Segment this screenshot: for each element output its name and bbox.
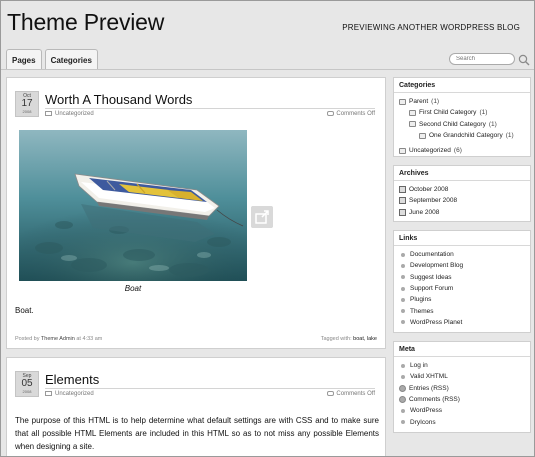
bullet-icon xyxy=(401,420,405,425)
image-caption: Boat xyxy=(124,284,142,293)
calendar-icon xyxy=(399,186,406,194)
meta-item[interactable]: Entries (RSS) xyxy=(399,383,525,394)
page-frame: Theme Preview PREVIEWING ANOTHER WORDPRE… xyxy=(0,0,535,457)
link-item[interactable]: Suggest Ideas xyxy=(399,272,525,283)
folder-icon xyxy=(399,98,406,105)
post-meta: Uncategorized Comments Off xyxy=(45,391,375,397)
folder-icon xyxy=(419,132,426,139)
post-category[interactable]: Uncategorized xyxy=(55,111,94,117)
link-item[interactable]: Support Forum xyxy=(399,283,525,294)
links-widget: Links Documentation Development Blog Sug… xyxy=(393,230,531,333)
boat-photo[interactable] xyxy=(19,130,247,281)
date-year: 2008 xyxy=(22,109,32,114)
bullet-icon xyxy=(401,252,405,257)
post: Sep 05 2008 Elements Uncategorized Comme… xyxy=(6,357,386,456)
tab-categories[interactable]: Categories xyxy=(44,49,98,70)
bullet-icon xyxy=(401,263,405,268)
rss-icon xyxy=(399,384,406,392)
bullet-icon xyxy=(401,408,405,413)
post-meta: Uncategorized Comments Off xyxy=(45,111,375,117)
categories-widget: Categories Parent (1) First Child Categor… xyxy=(393,77,531,157)
post-title[interactable]: Worth A Thousand Words xyxy=(45,92,375,109)
meta-item[interactable]: Comments (RSS) xyxy=(399,394,525,405)
meta-list: Log in Valid XHTML Entries (RSS) Comment… xyxy=(394,357,530,428)
site-title[interactable]: Theme Preview xyxy=(7,9,164,36)
archive-list: October 2008 September 2008 June 2008 xyxy=(394,181,530,218)
date-day: 05 xyxy=(21,378,33,389)
post-title[interactable]: Elements xyxy=(45,372,375,389)
archive-item[interactable]: October 2008 xyxy=(399,184,525,195)
nav-divider xyxy=(1,69,534,70)
category-item[interactable]: One Grandchild Category (1) xyxy=(399,130,525,141)
calendar-icon xyxy=(399,208,406,216)
bullet-icon xyxy=(401,320,405,325)
post-time: at 4:33 am xyxy=(76,336,103,342)
meta-item[interactable]: Log in xyxy=(399,360,525,371)
date-badge: Sep 05 2008 xyxy=(15,371,39,397)
archive-item[interactable]: June 2008 xyxy=(399,207,525,218)
meta-item[interactable]: WordPress xyxy=(399,405,525,416)
link-item[interactable]: Documentation xyxy=(399,249,525,260)
category-list: Parent (1) First Child Category (1) Second… xyxy=(394,93,530,156)
category-item[interactable]: Uncategorized (6) xyxy=(399,145,525,156)
comments-status: Comments Off xyxy=(336,111,375,118)
widget-title: Archives xyxy=(394,166,530,181)
post-footer: Posted by Theme Admin at 4:33 am Tagged … xyxy=(15,336,377,342)
bullet-icon xyxy=(401,286,405,291)
tag-links[interactable]: boat, lake xyxy=(353,336,377,342)
post-body: The purpose of this HTML is to help dete… xyxy=(15,416,379,451)
comments-status: Comments Off xyxy=(336,391,375,398)
date-day: 17 xyxy=(21,98,33,109)
folder-icon xyxy=(409,109,416,116)
main-nav: Pages Categories xyxy=(6,49,98,70)
post-body: Boat. xyxy=(15,306,34,315)
date-year: 2008 xyxy=(22,389,32,394)
search-input[interactable] xyxy=(449,53,515,65)
site-tagline: PREVIEWING ANOTHER WORDPRESS BLOG xyxy=(342,23,520,32)
search-icon[interactable] xyxy=(518,54,530,66)
share-icon[interactable] xyxy=(251,206,273,228)
post-author[interactable]: Theme Admin xyxy=(41,336,75,342)
bullet-icon xyxy=(401,297,405,302)
link-item[interactable]: Development Blog xyxy=(399,260,525,271)
link-item[interactable]: Plugins xyxy=(399,294,525,305)
tab-pages[interactable]: Pages xyxy=(6,49,42,70)
category-item[interactable]: Second Child Category (1) xyxy=(399,119,525,130)
category-item[interactable]: Parent (1) xyxy=(399,96,525,107)
bullet-icon xyxy=(401,363,405,368)
link-item[interactable]: Themes xyxy=(399,305,525,316)
widget-title: Categories xyxy=(394,78,530,93)
category-item[interactable]: First Child Category (1) xyxy=(399,107,525,118)
links-list: Documentation Development Blog Suggest I… xyxy=(394,246,530,328)
archive-item[interactable]: September 2008 xyxy=(399,195,525,206)
folder-icon xyxy=(399,147,406,154)
comment-icon xyxy=(327,391,335,396)
post-comments: Comments Off xyxy=(327,391,375,397)
widget-title: Meta xyxy=(394,342,530,357)
post-tags: Tagged with: boat, lake xyxy=(321,336,377,342)
bullet-icon xyxy=(401,275,405,280)
link-item[interactable]: WordPress Planet xyxy=(399,317,525,328)
archives-widget: Archives October 2008 September 2008 Jun… xyxy=(393,165,531,222)
post-comments: Comments Off xyxy=(327,111,375,117)
bullet-icon xyxy=(401,309,405,314)
calendar-icon xyxy=(399,197,406,205)
meta-item[interactable]: DryIcons xyxy=(399,416,525,427)
bullet-icon xyxy=(401,374,405,379)
comment-icon xyxy=(327,111,335,116)
widget-title: Links xyxy=(394,231,530,246)
date-badge: Oct 17 2008 xyxy=(15,91,39,117)
tagged-with-label: Tagged with: xyxy=(320,336,352,342)
category-icon xyxy=(45,391,52,396)
meta-widget: Meta Log in Valid XHTML Entries (RSS) Co… xyxy=(393,341,531,433)
category-icon xyxy=(45,111,52,116)
posted-by-label: Posted by xyxy=(15,336,40,342)
post-category[interactable]: Uncategorized xyxy=(55,391,94,397)
folder-icon xyxy=(409,121,416,128)
meta-item[interactable]: Valid XHTML xyxy=(399,371,525,382)
rss-icon xyxy=(399,396,406,404)
post: Oct 17 2008 Worth A Thousand Words Uncat… xyxy=(6,77,386,349)
